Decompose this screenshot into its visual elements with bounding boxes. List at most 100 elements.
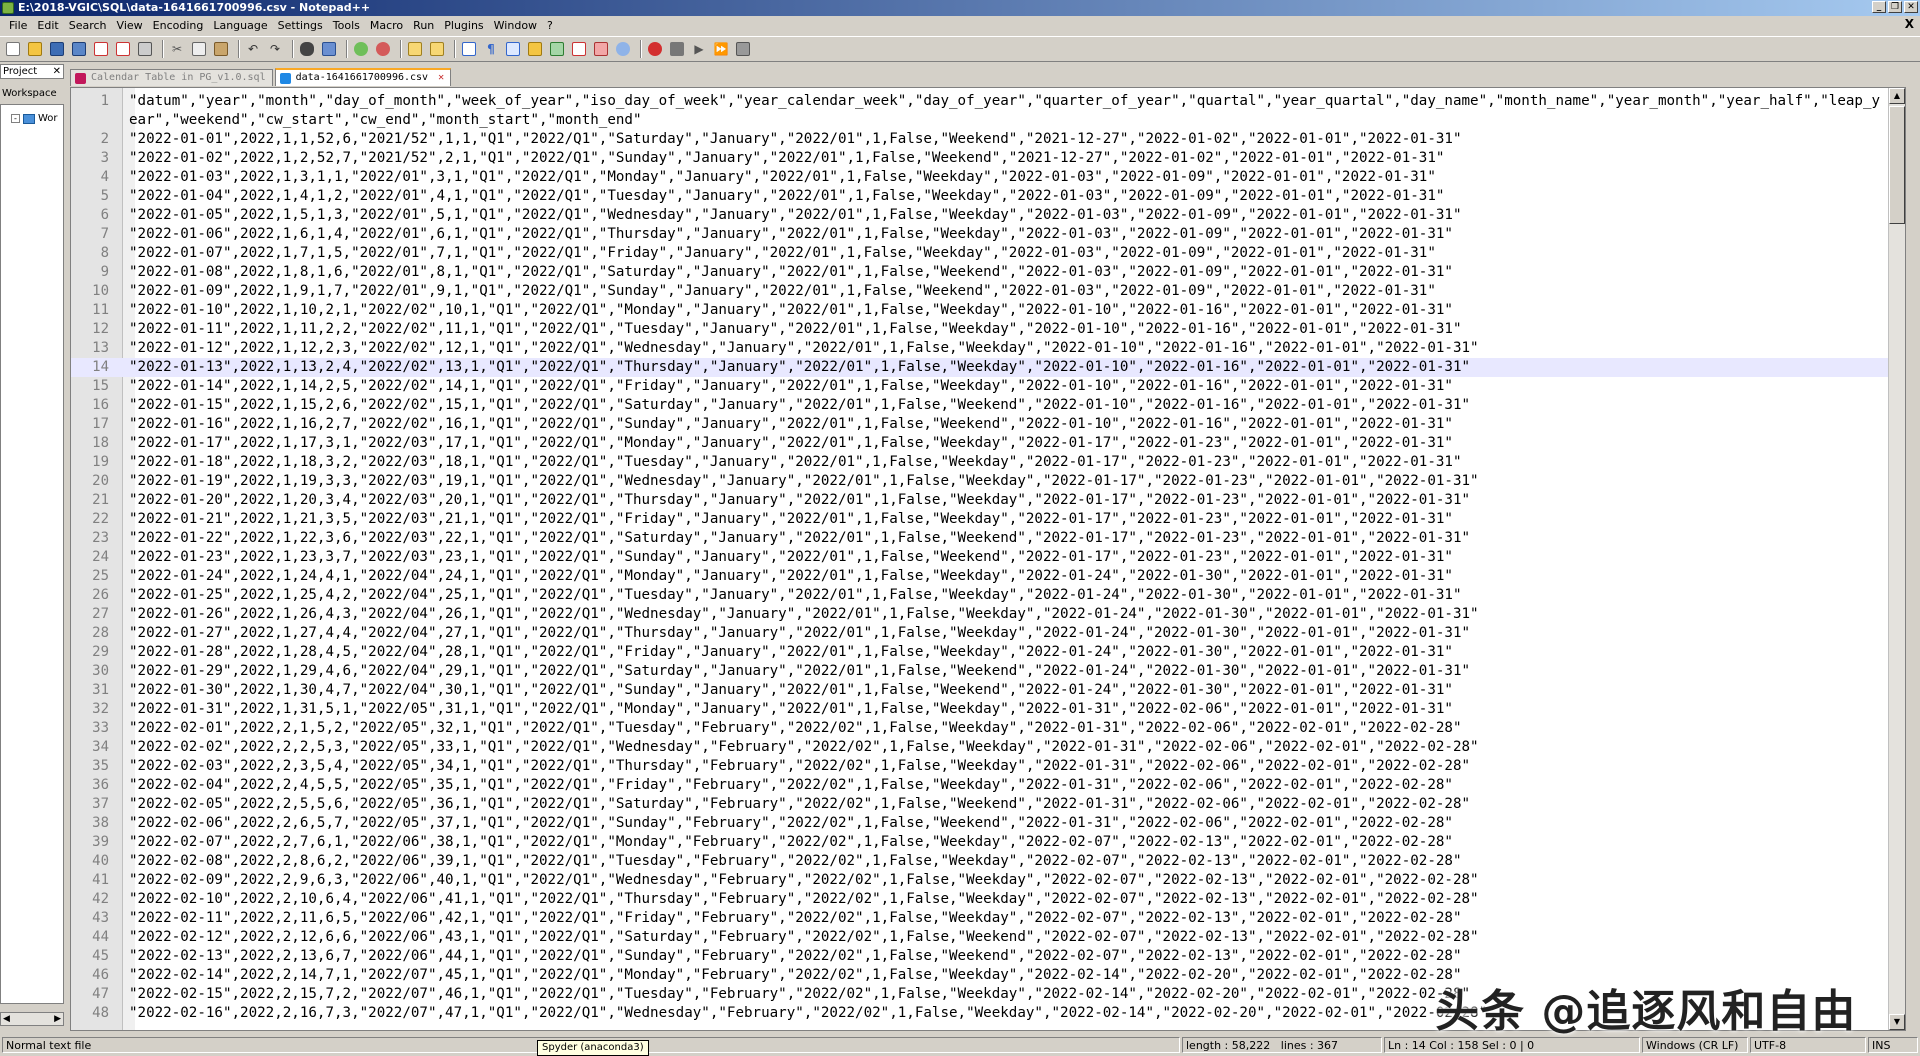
- folder-as-workspace-button[interactable]: [592, 40, 610, 58]
- editor-line[interactable]: 44 "2022-02-12",2022,2,12,6,6,"2022/06",4…: [71, 928, 1905, 947]
- menu-encoding[interactable]: Encoding: [148, 17, 209, 35]
- scroll-right-icon[interactable]: ▶: [54, 1013, 61, 1025]
- editor-line[interactable]: 21 "2022-01-20",2022,1,20,3,4,"2022/03",2…: [71, 491, 1905, 510]
- scroll-left-icon[interactable]: ◀: [3, 1013, 10, 1025]
- tab-calendar-sql[interactable]: Calendar Table in PG_v1.0.sql: [70, 69, 273, 86]
- editor-line[interactable]: 31 "2022-01-30",2022,1,30,4,7,"2022/04",3…: [71, 681, 1905, 700]
- minimize-button[interactable]: _: [1872, 1, 1886, 13]
- editor-line[interactable]: 41 "2022-02-09",2022,2,9,6,3,"2022/06",40…: [71, 871, 1905, 890]
- editor-line[interactable]: 20 "2022-01-19",2022,1,19,3,3,"2022/03",1…: [71, 472, 1905, 491]
- zoom-in-button[interactable]: [352, 40, 370, 58]
- menu-view[interactable]: View: [112, 17, 148, 35]
- sync-horizontal-button[interactable]: [428, 40, 446, 58]
- find-button[interactable]: [298, 40, 316, 58]
- workspace-tree-item[interactable]: - Wor: [11, 113, 58, 124]
- record-macro-button[interactable]: [646, 40, 664, 58]
- save-button[interactable]: [48, 40, 66, 58]
- play-macro-button[interactable]: ▶: [690, 40, 708, 58]
- editor-line[interactable]: 45 "2022-02-13",2022,2,13,6,7,"2022/06",4…: [71, 947, 1905, 966]
- editor-line[interactable]: 9 "2022-01-08",2022,1,8,1,6,"2022/01",8,1…: [71, 263, 1905, 282]
- editor-line[interactable]: 28 "2022-01-27",2022,1,27,4,4,"2022/04",2…: [71, 624, 1905, 643]
- editor-line[interactable]: 27 "2022-01-26",2022,1,26,4,3,"2022/04",2…: [71, 605, 1905, 624]
- editor-line[interactable]: 23 "2022-01-22",2022,1,22,3,6,"2022/03",2…: [71, 529, 1905, 548]
- menu-window[interactable]: Window: [489, 17, 542, 35]
- close-window-button[interactable]: ✕: [1904, 1, 1918, 13]
- status-eol[interactable]: Windows (CR LF): [1642, 1037, 1748, 1053]
- indent-guide-button[interactable]: [504, 40, 522, 58]
- editor-line[interactable]: 19 "2022-01-18",2022,1,18,3,2,"2022/03",1…: [71, 453, 1905, 472]
- vertical-scrollbar[interactable]: ▲ ▼: [1888, 88, 1905, 1030]
- editor-line[interactable]: 24 "2022-01-23",2022,1,23,3,7,"2022/03",2…: [71, 548, 1905, 567]
- editor-line[interactable]: 38 "2022-02-06",2022,2,6,5,7,"2022/05",37…: [71, 814, 1905, 833]
- editor-line[interactable]: 32 "2022-01-31",2022,1,31,5,1,"2022/05",3…: [71, 700, 1905, 719]
- editor-line[interactable]: 29 "2022-01-28",2022,1,28,4,5,"2022/04",2…: [71, 643, 1905, 662]
- editor-line[interactable]: 8 "2022-01-07",2022,1,7,1,5,"2022/01",7,1…: [71, 244, 1905, 263]
- editor-line[interactable]: 25 "2022-01-24",2022,1,24,4,1,"2022/04",2…: [71, 567, 1905, 586]
- monitoring-button[interactable]: [614, 40, 632, 58]
- paste-button[interactable]: [212, 40, 230, 58]
- new-file-button[interactable]: [4, 40, 22, 58]
- redo-button[interactable]: ↷: [266, 40, 284, 58]
- editor-line[interactable]: 16 "2022-01-15",2022,1,15,2,6,"2022/02",1…: [71, 396, 1905, 415]
- sync-vertical-button[interactable]: [406, 40, 424, 58]
- editor-line[interactable]: 13 "2022-01-12",2022,1,12,2,3,"2022/02",1…: [71, 339, 1905, 358]
- editor-line[interactable]: 14 "2022-01-13",2022,1,13,2,4,"2022/02",1…: [71, 358, 1905, 377]
- close-icon[interactable]: ✕: [53, 65, 61, 78]
- editor-line[interactable]: 7 "2022-01-06",2022,1,6,1,4,"2022/01",6,1…: [71, 225, 1905, 244]
- editor-line[interactable]: 40 "2022-02-08",2022,2,8,6,2,"2022/06",39…: [71, 852, 1905, 871]
- open-file-button[interactable]: [26, 40, 44, 58]
- menu-edit[interactable]: Edit: [32, 17, 63, 35]
- project-panel-tab[interactable]: Project ✕: [0, 64, 64, 79]
- zoom-out-button[interactable]: [374, 40, 392, 58]
- close-all-button[interactable]: [114, 40, 132, 58]
- editor-line[interactable]: 35 "2022-02-03",2022,2,3,5,4,"2022/05",34…: [71, 757, 1905, 776]
- function-list-button[interactable]: [570, 40, 588, 58]
- cut-button[interactable]: ✂: [168, 40, 186, 58]
- editor-line[interactable]: 18 "2022-01-17",2022,1,17,3,1,"2022/03",1…: [71, 434, 1905, 453]
- editor-line[interactable]: 30 "2022-01-29",2022,1,29,4,6,"2022/04",2…: [71, 662, 1905, 681]
- copy-button[interactable]: [190, 40, 208, 58]
- editor-line[interactable]: 34 "2022-02-02",2022,2,2,5,3,"2022/05",33…: [71, 738, 1905, 757]
- editor-line[interactable]: 2 "2022-01-01",2022,1,1,52,6,"2021/52",1,…: [71, 130, 1905, 149]
- editor-line[interactable]: 43 "2022-02-11",2022,2,11,6,5,"2022/06",4…: [71, 909, 1905, 928]
- workspace-horizontal-scrollbar[interactable]: ◀ ▶: [0, 1012, 64, 1026]
- save-all-button[interactable]: [70, 40, 88, 58]
- scroll-thumb[interactable]: [1889, 106, 1905, 224]
- status-encoding[interactable]: UTF-8: [1750, 1037, 1866, 1053]
- expand-icon[interactable]: -: [11, 114, 20, 123]
- menu-macro[interactable]: Macro: [365, 17, 408, 35]
- editor-line[interactable]: 42 "2022-02-10",2022,2,10,6,4,"2022/06",4…: [71, 890, 1905, 909]
- print-button[interactable]: [136, 40, 154, 58]
- menu-settings[interactable]: Settings: [273, 17, 328, 35]
- editor-line[interactable]: 17 "2022-01-16",2022,1,16,2,7,"2022/02",1…: [71, 415, 1905, 434]
- editor-line[interactable]: 33 "2022-02-01",2022,2,1,5,2,"2022/05",32…: [71, 719, 1905, 738]
- menu-file[interactable]: File: [4, 17, 32, 35]
- editor-line[interactable]: 4 "2022-01-03",2022,1,3,1,1,"2022/01",3,1…: [71, 168, 1905, 187]
- editor-line[interactable]: 11 "2022-01-10",2022,1,10,2,1,"2022/02",1…: [71, 301, 1905, 320]
- text-editor[interactable]: 1 "datum","year","month","day_of_month","…: [70, 87, 1906, 1031]
- editor-line[interactable]: 12 "2022-01-11",2022,1,11,2,2,"2022/02",1…: [71, 320, 1905, 339]
- menu-plugins[interactable]: Plugins: [439, 17, 488, 35]
- stop-macro-button[interactable]: [668, 40, 686, 58]
- show-all-chars-button[interactable]: ¶: [482, 40, 500, 58]
- menu-tools[interactable]: Tools: [328, 17, 365, 35]
- menu-language[interactable]: Language: [208, 17, 272, 35]
- close-tab-icon[interactable]: ✕: [438, 70, 444, 86]
- scroll-up-icon[interactable]: ▲: [1889, 88, 1905, 104]
- menu-run[interactable]: Run: [408, 17, 439, 35]
- editor-line[interactable]: 37 "2022-02-05",2022,2,5,5,6,"2022/05",36…: [71, 795, 1905, 814]
- editor-line[interactable]: 1 "datum","year","month","day_of_month","…: [71, 92, 1905, 130]
- editor-line[interactable]: 36 "2022-02-04",2022,2,4,5,5,"2022/05",35…: [71, 776, 1905, 795]
- editor-line[interactable]: 15 "2022-01-14",2022,1,14,2,5,"2022/02",1…: [71, 377, 1905, 396]
- editor-line[interactable]: 22 "2022-01-21",2022,1,21,3,5,"2022/03",2…: [71, 510, 1905, 529]
- run-macro-multiple-button[interactable]: ⏩: [712, 40, 730, 58]
- word-wrap-button[interactable]: [460, 40, 478, 58]
- close-document-x[interactable]: X: [1905, 17, 1914, 31]
- restore-button[interactable]: ❐: [1888, 1, 1902, 13]
- save-macro-button[interactable]: [734, 40, 752, 58]
- editor-line[interactable]: 10 "2022-01-09",2022,1,9,1,7,"2022/01",9,…: [71, 282, 1905, 301]
- replace-button[interactable]: [320, 40, 338, 58]
- undo-button[interactable]: ↶: [244, 40, 262, 58]
- editor-line[interactable]: 26 "2022-01-25",2022,1,25,4,2,"2022/04",2…: [71, 586, 1905, 605]
- close-button[interactable]: [92, 40, 110, 58]
